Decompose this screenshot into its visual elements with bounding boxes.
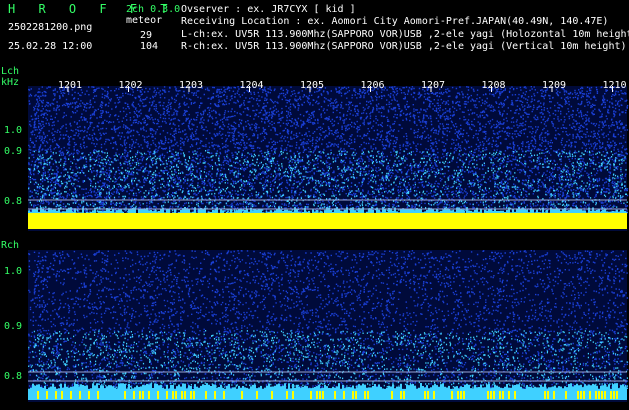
time-label: 1203 <box>179 80 204 91</box>
lch-tick-1: 1.0 <box>4 125 23 136</box>
time-label: 1205 <box>300 80 325 91</box>
rch-tick-2: 0.9 <box>4 321 23 332</box>
time-label: 1210 <box>602 80 627 91</box>
rch-tick-3: 0.8 <box>4 371 23 382</box>
time-label: 1202 <box>118 80 143 91</box>
time-label: 1207 <box>421 80 446 91</box>
lch-tick-2: 0.9 <box>4 146 23 157</box>
carrier-band <box>28 213 627 229</box>
lch-unit: kHz <box>1 77 20 88</box>
rch-spectrogram <box>28 250 629 402</box>
rch-tick-1: 1.0 <box>4 266 23 277</box>
time-label: 1209 <box>542 80 567 91</box>
spectrogram-canvas <box>28 86 629 402</box>
time-label: 1204 <box>239 80 264 91</box>
carrier-band <box>28 389 627 400</box>
lch-tick-3: 0.8 <box>4 196 23 207</box>
rch-label: Rch <box>1 240 20 251</box>
time-label: 1206 <box>360 80 385 91</box>
time-label: 1208 <box>481 80 506 91</box>
time-label: 1201 <box>58 80 83 91</box>
